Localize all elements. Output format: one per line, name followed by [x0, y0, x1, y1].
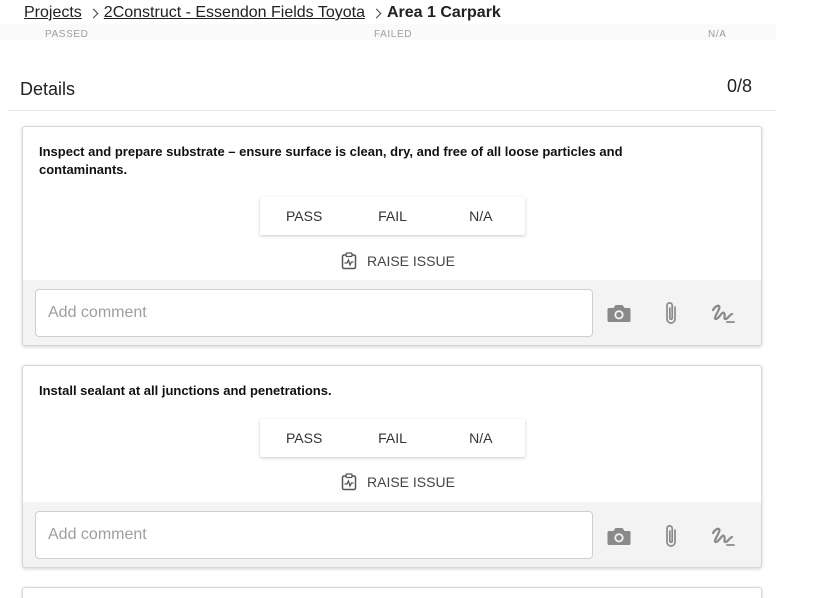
breadcrumb-projects-link[interactable]: Projects [24, 4, 82, 22]
clipboard-pulse-icon [341, 473, 357, 491]
na-button[interactable]: N/A [437, 419, 525, 457]
summary-failed-label: FAILED [374, 29, 413, 40]
clipboard-pulse-icon [341, 252, 357, 270]
signature-icon[interactable] [709, 522, 737, 550]
summary-strip: PASSED FAILED N/A [0, 24, 776, 40]
fail-button[interactable]: FAIL [348, 197, 436, 235]
raise-issue-button[interactable]: RAISE ISSUE [341, 472, 455, 492]
details-title: Details [20, 79, 76, 99]
checklist-item-text: Install sealant at all junctions and pen… [39, 383, 332, 398]
pass-button[interactable]: PASS [260, 197, 348, 235]
chevron-right-icon [88, 8, 99, 18]
pass-fail-na-group: PASS FAIL N/A [260, 419, 525, 457]
pass-fail-na-group: PASS FAIL N/A [260, 197, 525, 235]
breadcrumb: Projects 2Construct - Essendon Fields To… [24, 2, 501, 24]
paperclip-icon[interactable] [657, 299, 685, 327]
breadcrumb-project-link[interactable]: 2Construct - Essendon Fields Toyota [104, 4, 365, 22]
raise-issue-label: RAISE ISSUE [367, 253, 455, 269]
details-header: Details 0/8 [8, 66, 776, 111]
signature-icon[interactable] [709, 299, 737, 327]
checklist-item-card: Inspect and prepare substrate – ensure s… [22, 126, 762, 346]
details-progress-count: 0/8 [726, 76, 752, 96]
camera-icon[interactable] [605, 522, 633, 550]
summary-passed-label: PASSED [45, 29, 89, 40]
raise-issue-label: RAISE ISSUE [367, 474, 455, 490]
comment-input[interactable] [35, 289, 593, 337]
na-button[interactable]: N/A [437, 197, 525, 235]
comment-area [23, 502, 761, 567]
checklist-item-text: Inspect and prepare substrate – ensure s… [39, 144, 623, 177]
fail-button[interactable]: FAIL [348, 419, 436, 457]
checklist-item-card [22, 587, 762, 598]
raise-issue-button[interactable]: RAISE ISSUE [341, 251, 455, 271]
comment-area [23, 280, 761, 345]
paperclip-icon[interactable] [657, 522, 685, 550]
breadcrumb-current: Area 1 Carpark [386, 4, 501, 21]
camera-icon[interactable] [605, 299, 633, 327]
comment-input[interactable] [35, 511, 593, 559]
chevron-right-icon [371, 8, 382, 18]
summary-na-label: N/A [708, 29, 727, 40]
checklist-item-card: Install sealant at all junctions and pen… [22, 365, 762, 568]
pass-button[interactable]: PASS [260, 419, 348, 457]
